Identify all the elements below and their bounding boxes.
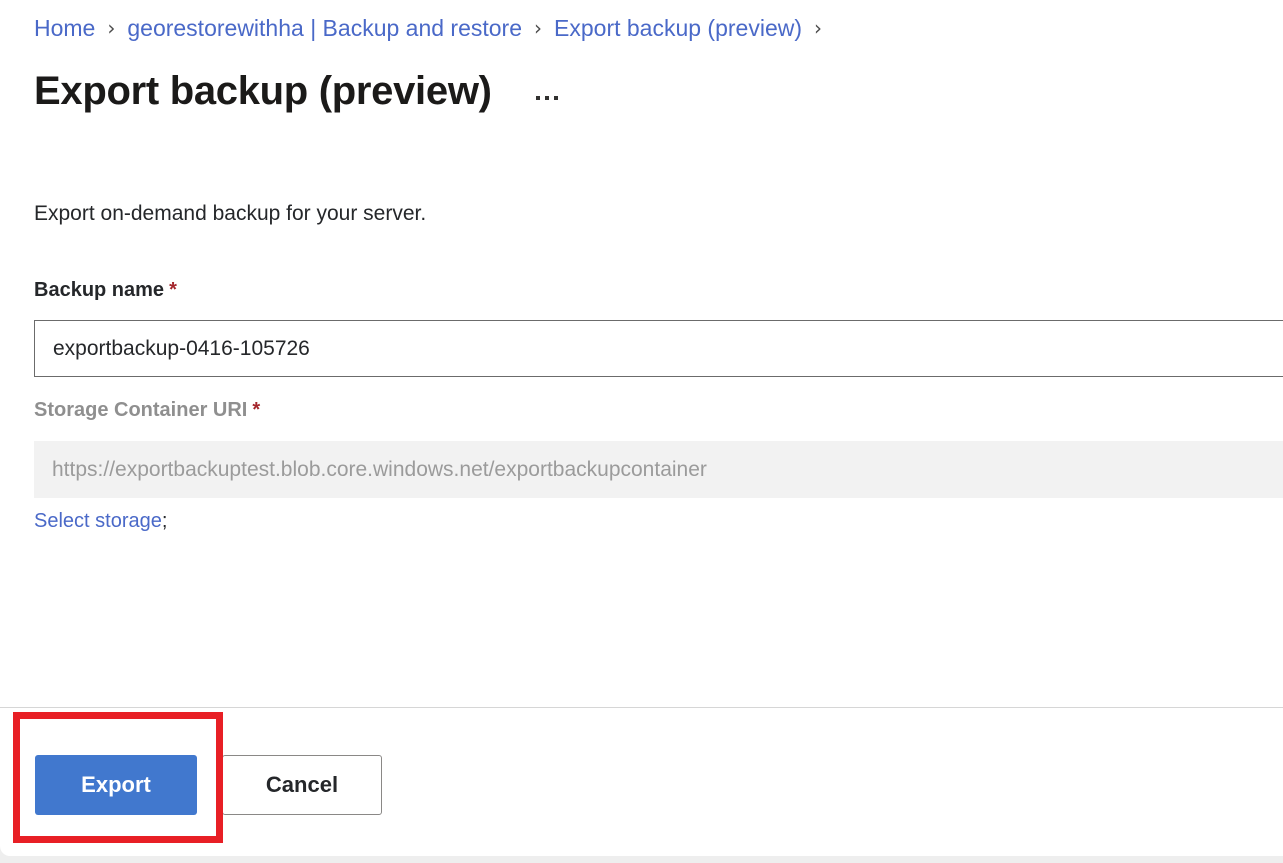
chevron-right-icon: › xyxy=(814,11,822,45)
breadcrumb-item-export-backup[interactable]: Export backup (preview) xyxy=(554,11,802,45)
select-storage-row: Select storage; xyxy=(34,507,167,535)
select-storage-link[interactable]: Select storage xyxy=(34,510,162,532)
backup-name-input[interactable] xyxy=(34,320,1283,377)
select-storage-suffix: ; xyxy=(162,510,168,532)
page-title: Export backup (preview) xyxy=(34,64,492,118)
breadcrumb: Home › georestorewithha | Backup and res… xyxy=(34,11,834,45)
more-options-icon[interactable] xyxy=(532,90,562,106)
dot xyxy=(554,96,558,100)
intro-text: Export on-demand backup for your server. xyxy=(34,199,426,229)
export-button[interactable]: Export xyxy=(35,755,197,815)
chevron-right-icon: › xyxy=(107,11,115,45)
dot xyxy=(536,96,540,100)
backup-name-label: Backup name* xyxy=(34,276,177,304)
dot xyxy=(545,96,549,100)
storage-container-uri-label-text: Storage Container URI xyxy=(34,399,247,421)
cancel-button[interactable]: Cancel xyxy=(222,755,382,815)
chevron-right-icon: › xyxy=(534,11,542,45)
breadcrumb-item-backup-and-restore[interactable]: georestorewithha | Backup and restore xyxy=(127,11,522,45)
storage-container-uri-input[interactable] xyxy=(34,441,1283,498)
blade-panel: Home › georestorewithha | Backup and res… xyxy=(0,0,1283,856)
footer-divider xyxy=(0,707,1283,708)
storage-container-uri-label: Storage Container URI* xyxy=(34,396,260,424)
title-row: Export backup (preview) xyxy=(34,64,562,118)
backup-name-label-text: Backup name xyxy=(34,279,164,301)
breadcrumb-item-home[interactable]: Home xyxy=(34,11,95,45)
required-asterisk: * xyxy=(252,399,260,421)
required-asterisk: * xyxy=(169,279,177,301)
